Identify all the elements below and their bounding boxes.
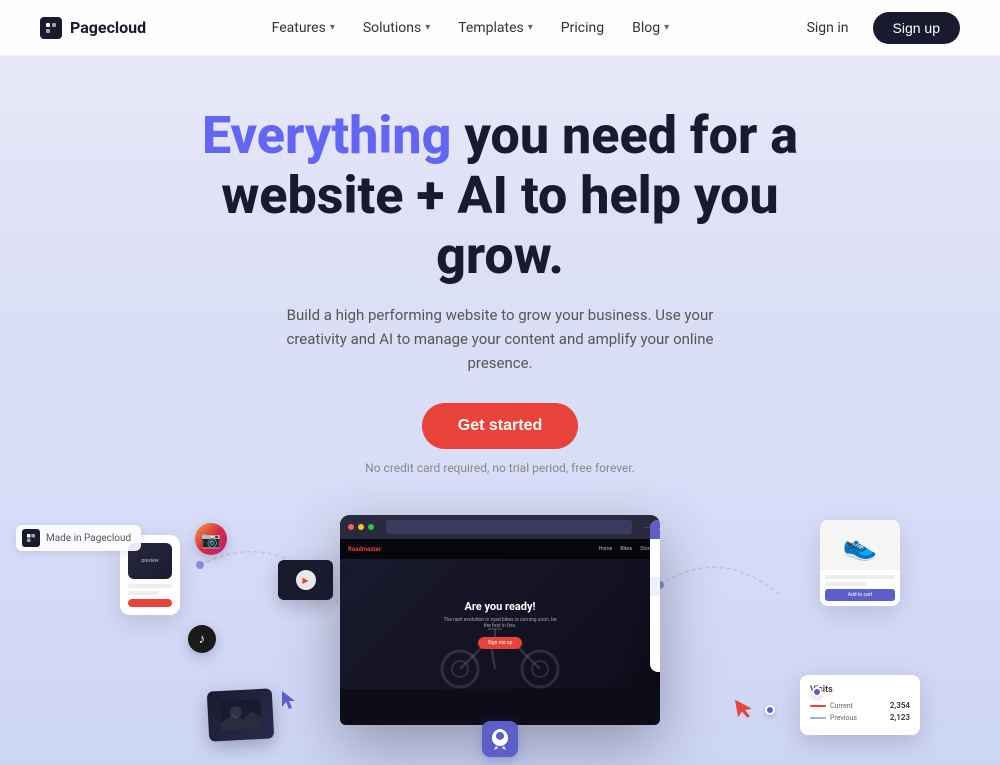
hero-subtitle: Build a high performing website to grow … [280, 303, 720, 375]
made-in-text: Made in Pagecloud [46, 533, 131, 544]
ai-simplify[interactable]: ◇ Simplify language [650, 615, 660, 634]
site-hero-area: Are you ready! The next evolution in roa… [340, 559, 660, 689]
tiktok-icon: ♪ [199, 631, 206, 647]
analytics-previous-row: Previous 2,123 [810, 713, 910, 722]
browser-close-dot [348, 524, 354, 530]
hero-section: Everything you need for a website + AI t… [0, 56, 1000, 765]
nav-pricing[interactable]: Pricing [549, 14, 616, 42]
browser-minimize-dot [358, 524, 364, 530]
dark-photo-card [207, 689, 275, 742]
tiktok-badge: ♪ [188, 625, 216, 653]
analytics-card: Visits Current 2,354 Previous 2,123 [800, 675, 920, 735]
site-hero-title: Are you ready! [440, 600, 560, 613]
youtube-card: ▶ [278, 560, 333, 600]
instagram-icon: 📷 [201, 530, 221, 549]
sign-up-button[interactable]: Sign up [873, 12, 960, 44]
nav-blog[interactable]: Blog ▾ [620, 14, 681, 42]
features-chevron-icon: ▾ [330, 22, 335, 33]
ai-dropdown-header: ✦ Ask AI to write... [650, 520, 660, 539]
sign-in-button[interactable]: Sign in [795, 14, 861, 42]
current-label: Current [830, 702, 886, 710]
browser-bar: ⋯ [340, 515, 660, 539]
nav-features[interactable]: Features ▾ [260, 14, 347, 42]
navbar: Pagecloud Features ▾ Solutions ▾ Templat… [0, 0, 1000, 56]
mockup-area: preview 📷 ♪ ▶ ⋯ [0, 505, 1000, 765]
site-hero-cta: Sign me up [478, 637, 523, 649]
logo-icon [40, 17, 62, 39]
add-to-cart-label: Add to cart [848, 592, 873, 598]
blog-chevron-icon: ▾ [664, 22, 669, 33]
product-info: Add to cart [820, 570, 900, 606]
nav-auth: Sign in Sign up [795, 12, 960, 44]
ai-stars-icon: ✦ [658, 525, 660, 534]
site-hero-sub: The next evolution in road bikes is comi… [440, 617, 560, 629]
solutions-chevron-icon: ▾ [425, 22, 430, 33]
photo-graphic [220, 699, 262, 731]
brand-name: Pagecloud [70, 18, 146, 37]
card-line [128, 584, 172, 588]
pointer-icon [280, 689, 300, 715]
nav-solutions[interactable]: Solutions ▾ [351, 14, 442, 42]
site-nav-bikes: Bikes [620, 546, 632, 552]
site-hero-text: Are you ready! The next evolution in roa… [440, 600, 560, 649]
get-started-button[interactable]: Get started [422, 403, 578, 449]
site-nav-home: Home [599, 546, 612, 552]
previous-value: 2,123 [890, 713, 910, 722]
templates-chevron-icon: ▾ [528, 22, 533, 33]
hero-title: Everything you need for a website + AI t… [160, 106, 840, 285]
ai-fix-spelling[interactable]: ✓ Fix spelling and grammar [650, 539, 660, 558]
logo[interactable]: Pagecloud [40, 17, 146, 39]
nav-templates[interactable]: Templates ▾ [446, 14, 545, 42]
site-nav-bar: Roadmaster Home Bikes Store [340, 539, 660, 559]
nav-links: Features ▾ Solutions ▾ Templates ▾ Prici… [260, 14, 681, 42]
browser-maximize-dot [368, 524, 374, 530]
ai-change-tone[interactable]: ✦ Change tone [650, 596, 660, 615]
cursor-arrow-icon [733, 695, 758, 727]
instagram-badge: 📷 [195, 523, 227, 555]
current-indicator [810, 705, 826, 707]
previous-indicator [810, 717, 826, 719]
site-logo: Roadmaster [348, 546, 381, 553]
browser-url-bar [386, 520, 632, 534]
card-line-short [128, 591, 159, 595]
ai-make-shorter[interactable]: ↕ Make shorter [650, 558, 660, 577]
youtube-play-icon: ▶ [296, 570, 316, 590]
analytics-title: Visits [810, 685, 910, 695]
ai-make-longer[interactable]: ↔ Make longer [650, 577, 660, 596]
current-value: 2,354 [890, 701, 910, 710]
card-action-btn [128, 599, 172, 607]
site-nav-items: Home Bikes Store [599, 546, 652, 552]
ai-explain[interactable]: ✓ Explain this [650, 634, 660, 653]
browser-content: Roadmaster Home Bikes Store Are you read… [340, 539, 660, 725]
ai-dropdown-menu: ✦ Ask AI to write... ✓ Fix spelling and … [650, 520, 660, 672]
product-line-2 [825, 582, 867, 586]
cta-note: No credit card required, no trial period… [365, 461, 635, 475]
ai-suggest[interactable]: ✓ Suggest alternatives [650, 653, 660, 672]
made-in-badge: Made in Pagecloud [16, 525, 141, 551]
rocket-icon-badge [482, 721, 518, 757]
analytics-current-row: Current 2,354 [810, 701, 910, 710]
product-add-btn: Add to cart [825, 589, 895, 601]
location-dot-2 [765, 705, 775, 715]
browser-window: ⋯ Roadmaster Home Bikes Store Are you re… [340, 515, 660, 725]
previous-label: Previous [830, 714, 886, 722]
product-card: 👟 Add to cart [820, 520, 900, 606]
product-line-1 [825, 575, 895, 579]
pagecloud-mini-logo [22, 529, 40, 547]
